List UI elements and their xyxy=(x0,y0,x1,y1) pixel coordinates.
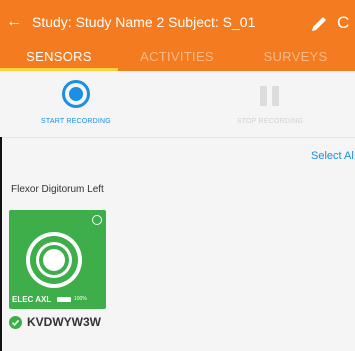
page-title: Study: Study Name 2 Subject: S_01 xyxy=(32,14,256,30)
select-checkbox[interactable] xyxy=(92,215,102,225)
recording-controls xyxy=(0,71,355,137)
tab-activities[interactable]: ACTIVITIES xyxy=(118,44,236,71)
device-id: KVDWYW3W xyxy=(27,315,101,329)
sensor-location-label: Flexor Digitorum Left xyxy=(11,184,104,195)
divider xyxy=(0,137,355,138)
tab-sensors[interactable]: SENSORS xyxy=(0,44,118,71)
sensor-signal-icon xyxy=(26,232,82,288)
window-edge xyxy=(0,137,2,351)
battery-level: 100% xyxy=(74,296,87,302)
sensor-type: ELEC AXL xyxy=(12,295,52,304)
start-recording-button[interactable]: START RECORDING xyxy=(36,118,116,125)
tab-bar: SENSORS ACTIVITIES SURVEYS xyxy=(0,44,355,71)
sensor-card[interactable]: ELEC AXL 100% xyxy=(9,210,106,309)
app-bar: ← Study: Study Name 2 Subject: S_01 C xyxy=(0,0,355,44)
pencil-icon[interactable] xyxy=(310,10,330,34)
battery-icon xyxy=(57,297,71,302)
select-all-button[interactable]: Select Al xyxy=(311,150,354,162)
connected-check-icon xyxy=(9,316,22,329)
record-icon[interactable] xyxy=(62,80,90,108)
arrow-left-icon[interactable]: ← xyxy=(6,12,22,32)
tab-surveys[interactable]: SURVEYS xyxy=(236,44,355,71)
refresh-icon[interactable]: C xyxy=(337,13,355,33)
pause-icon xyxy=(260,86,280,106)
stop-recording-button: STOP RECORDING xyxy=(236,118,304,125)
